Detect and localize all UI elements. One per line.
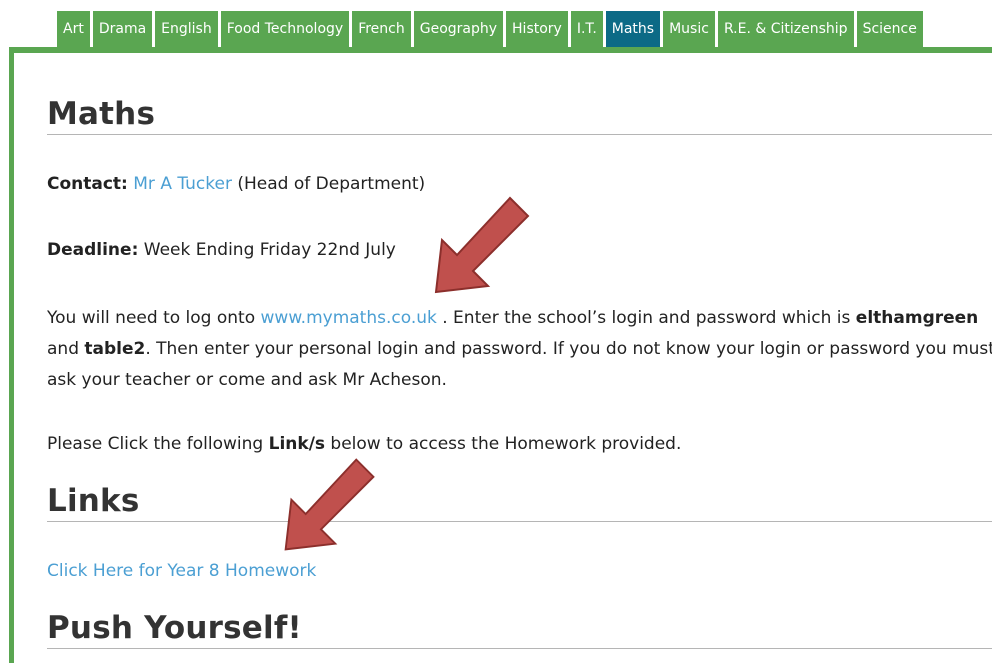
contact-role: (Head of Department) [237, 174, 426, 194]
instructions-text-2: . Enter the school’s login and password … [436, 308, 856, 328]
instructions-text-3: and [47, 339, 85, 359]
tab-it[interactable]: I.T. [570, 11, 603, 47]
click-prompt-bold: Link/s [268, 434, 326, 454]
year8-homework-link[interactable]: Click Here for Year 8 Homework [47, 561, 316, 581]
homework-link-line: Click Here for Year 8 Homework [47, 556, 992, 587]
deadline-value: Week Ending Friday 22nd July [143, 240, 396, 260]
instructions-text-4: . Then enter your personal login and pas… [47, 339, 992, 390]
tab-science[interactable]: Science [856, 11, 923, 47]
school-login: elthamgreen [855, 308, 979, 328]
content-frame: Maths Contact: Mr A Tucker (Head of Depa… [9, 47, 992, 663]
tab-food-technology[interactable]: Food Technology [220, 11, 350, 47]
tab-maths[interactable]: Maths [605, 11, 661, 47]
instructions-paragraph: You will need to log onto www.mymaths.co… [47, 303, 992, 396]
tab-art[interactable]: Art [57, 11, 90, 47]
tab-drama[interactable]: Drama [92, 11, 153, 47]
tab-re-citizenship[interactable]: R.E. & Citizenship [717, 11, 854, 47]
tab-music[interactable]: Music [663, 11, 715, 47]
annotation-arrow-icon [434, 196, 530, 294]
annotation-arrow-icon [284, 458, 375, 551]
tab-french[interactable]: French [352, 11, 411, 47]
school-password: table2 [84, 339, 146, 359]
click-prompt-text-1: Please Click the following [47, 434, 269, 454]
click-prompt-text-2: below to access the Homework provided. [325, 434, 682, 454]
contact-name-link[interactable]: Mr A Tucker [133, 174, 232, 194]
subject-tabs: Art Drama English Food Technology French… [57, 11, 923, 47]
links-heading: Links [47, 483, 992, 522]
tab-geography[interactable]: Geography [413, 11, 504, 47]
deadline-label: Deadline: [47, 240, 139, 260]
tab-history[interactable]: History [506, 11, 568, 47]
click-prompt: Please Click the following Link/s below … [47, 429, 992, 460]
tab-english[interactable]: English [155, 11, 218, 47]
page-title: Maths [47, 96, 992, 135]
mymaths-link[interactable]: www.mymaths.co.uk [261, 308, 437, 328]
push-yourself-heading: Push Yourself! [47, 610, 992, 649]
contact-label: Contact: [47, 174, 128, 194]
instructions-text-1: You will need to log onto [47, 308, 261, 328]
